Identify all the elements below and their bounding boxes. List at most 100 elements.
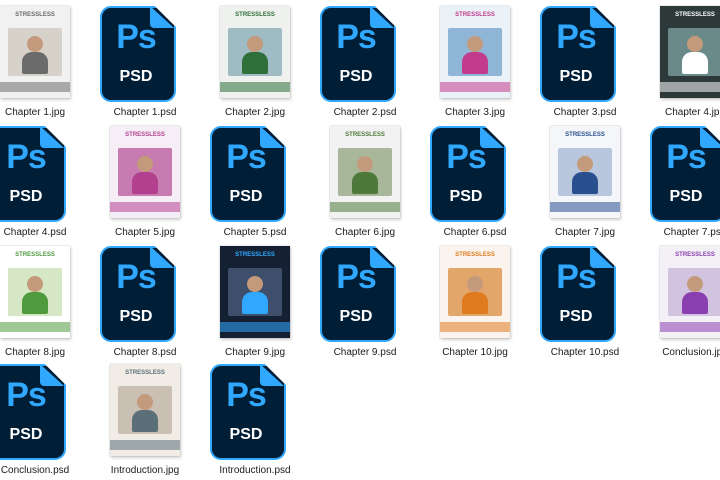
file-name-label: Chapter 5.psd — [223, 227, 287, 238]
person-head-shape — [577, 156, 593, 172]
person-body-shape — [682, 292, 708, 314]
file-item-conclusion-jpg[interactable]: STRESSLESS Conclusion.jpg — [640, 246, 720, 364]
cover-brand-text: STRESSLESS — [455, 252, 495, 258]
cover-title-band — [550, 202, 620, 212]
cover-title-band — [0, 82, 70, 92]
person-head-shape — [27, 276, 43, 292]
file-item-chapter-1-psd[interactable]: Ps PSD Chapter 1.psd — [90, 6, 200, 124]
ps-logo-text: Ps — [336, 258, 377, 296]
ps-logo-text: Ps — [336, 18, 377, 56]
cover-brand-text: STRESSLESS — [235, 252, 275, 258]
file-item-chapter-5-jpg[interactable]: STRESSLESS Chapter 5.jpg — [90, 126, 200, 244]
file-name-label: Chapter 2.jpg — [224, 107, 286, 118]
file-grid: STRESSLESS Chapter 1.jpg Ps PSD Chapter 1.ps… — [0, 0, 720, 480]
file-name-label: Introduction.psd — [219, 465, 291, 476]
person-head-shape — [687, 36, 703, 52]
ps-logo-text: Ps — [6, 138, 47, 176]
cover-title-band — [0, 322, 70, 332]
file-item-introduction-jpg[interactable]: STRESSLESS Introduction.jpg — [90, 364, 200, 480]
person-head-shape — [137, 394, 153, 410]
psd-extension-text: PSD — [229, 426, 263, 443]
psd-extension-text: PSD — [119, 308, 153, 325]
psd-extension-text: PSD — [449, 188, 483, 205]
file-item-chapter-8-psd[interactable]: Ps PSD Chapter 8.psd — [90, 246, 200, 364]
image-thumbnail: STRESSLESS — [550, 126, 620, 218]
image-thumbnail: STRESSLESS — [220, 246, 290, 338]
file-item-chapter-10-psd[interactable]: Ps PSD Chapter 10.psd — [530, 246, 640, 364]
file-name-label: Chapter 8.jpg — [4, 347, 66, 358]
image-thumbnail: STRESSLESS — [220, 6, 290, 98]
file-name-label: Conclusion.jpg — [662, 347, 720, 358]
image-thumbnail: STRESSLESS — [440, 6, 510, 98]
file-name-label: Introduction.jpg — [110, 465, 180, 476]
cover-brand-text: STRESSLESS — [15, 252, 55, 258]
image-thumbnail: STRESSLESS — [660, 6, 720, 98]
file-item-chapter-7-psd[interactable]: Ps PSD Chapter 7.psd — [640, 126, 720, 244]
psd-extension-text: PSD — [339, 308, 373, 325]
ps-logo-text: Ps — [556, 18, 597, 56]
file-item-chapter-8-jpg[interactable]: STRESSLESS Chapter 8.jpg — [0, 246, 90, 364]
psd-extension-text: PSD — [119, 68, 153, 85]
ps-logo-text: Ps — [226, 376, 267, 414]
cover-brand-text: STRESSLESS — [675, 12, 715, 18]
person-head-shape — [137, 156, 153, 172]
file-name-label: Chapter 6.jpg — [334, 227, 396, 238]
psd-extension-text: PSD — [9, 188, 43, 205]
file-item-chapter-7-jpg[interactable]: STRESSLESS Chapter 7.jpg — [530, 126, 640, 244]
ps-logo-text: Ps — [446, 138, 487, 176]
file-item-chapter-1-jpg[interactable]: STRESSLESS Chapter 1.jpg — [0, 6, 90, 124]
file-item-chapter-10-jpg[interactable]: STRESSLESS Chapter 10.jpg — [420, 246, 530, 364]
ps-logo-text: Ps — [116, 258, 157, 296]
file-item-chapter-9-psd[interactable]: Ps PSD Chapter 9.psd — [310, 246, 420, 364]
file-item-chapter-2-psd[interactable]: Ps PSD Chapter 2.psd — [310, 6, 420, 124]
image-thumbnail: STRESSLESS — [660, 246, 720, 338]
cover-brand-text: STRESSLESS — [235, 12, 275, 18]
file-item-chapter-2-jpg[interactable]: STRESSLESS Chapter 2.jpg — [200, 6, 310, 124]
file-item-chapter-6-jpg[interactable]: STRESSLESS Chapter 6.jpg — [310, 126, 420, 244]
cover-title-band — [440, 82, 510, 92]
file-item-introduction-psd[interactable]: Ps PSD Introduction.psd — [200, 364, 310, 480]
person-body-shape — [242, 292, 268, 314]
person-head-shape — [247, 276, 263, 292]
cover-title-band — [220, 322, 290, 332]
cover-title-band — [220, 82, 290, 92]
psd-extension-text: PSD — [559, 308, 593, 325]
person-head-shape — [467, 276, 483, 292]
file-name-label: Chapter 3.psd — [553, 107, 617, 118]
file-name-label: Chapter 9.jpg — [224, 347, 286, 358]
file-item-chapter-6-psd[interactable]: Ps PSD Chapter 6.psd — [420, 126, 530, 244]
file-name-label: Chapter 4.psd — [3, 227, 67, 238]
person-head-shape — [247, 36, 263, 52]
file-item-chapter-3-jpg[interactable]: STRESSLESS Chapter 3.jpg — [420, 6, 530, 124]
cover-title-band — [110, 202, 180, 212]
ps-logo-text: Ps — [6, 376, 47, 414]
psd-extension-text: PSD — [669, 188, 703, 205]
image-thumbnail: STRESSLESS — [110, 126, 180, 218]
image-thumbnail: STRESSLESS — [330, 126, 400, 218]
file-item-chapter-9-jpg[interactable]: STRESSLESS Chapter 9.jpg — [200, 246, 310, 364]
file-name-label: Chapter 3.jpg — [444, 107, 506, 118]
file-name-label: Chapter 1.jpg — [4, 107, 66, 118]
file-item-chapter-4-psd[interactable]: Ps PSD Chapter 4.psd — [0, 126, 90, 244]
cover-title-band — [660, 322, 720, 332]
cover-title-band — [330, 202, 400, 212]
file-name-label: Chapter 10.psd — [550, 347, 620, 358]
file-name-label: Conclusion.psd — [0, 465, 70, 476]
psd-extension-text: PSD — [339, 68, 373, 85]
cover-brand-text: STRESSLESS — [345, 132, 385, 138]
file-item-conclusion-psd[interactable]: Ps PSD Conclusion.psd — [0, 364, 90, 480]
file-name-label: Chapter 10.jpg — [442, 347, 508, 358]
file-name-label: Chapter 7.jpg — [554, 227, 616, 238]
person-body-shape — [22, 52, 48, 74]
person-body-shape — [682, 52, 708, 74]
ps-logo-text: Ps — [666, 138, 707, 176]
person-body-shape — [132, 410, 158, 432]
ps-logo-text: Ps — [116, 18, 157, 56]
cover-brand-text: STRESSLESS — [455, 12, 495, 18]
person-body-shape — [352, 172, 378, 194]
psd-extension-text: PSD — [559, 68, 593, 85]
file-item-chapter-3-psd[interactable]: Ps PSD Chapter 3.psd — [530, 6, 640, 124]
file-item-chapter-4-jpg[interactable]: STRESSLESS Chapter 4.jpg — [640, 6, 720, 124]
image-thumbnail: STRESSLESS — [110, 364, 180, 456]
file-item-chapter-5-psd[interactable]: Ps PSD Chapter 5.psd — [200, 126, 310, 244]
